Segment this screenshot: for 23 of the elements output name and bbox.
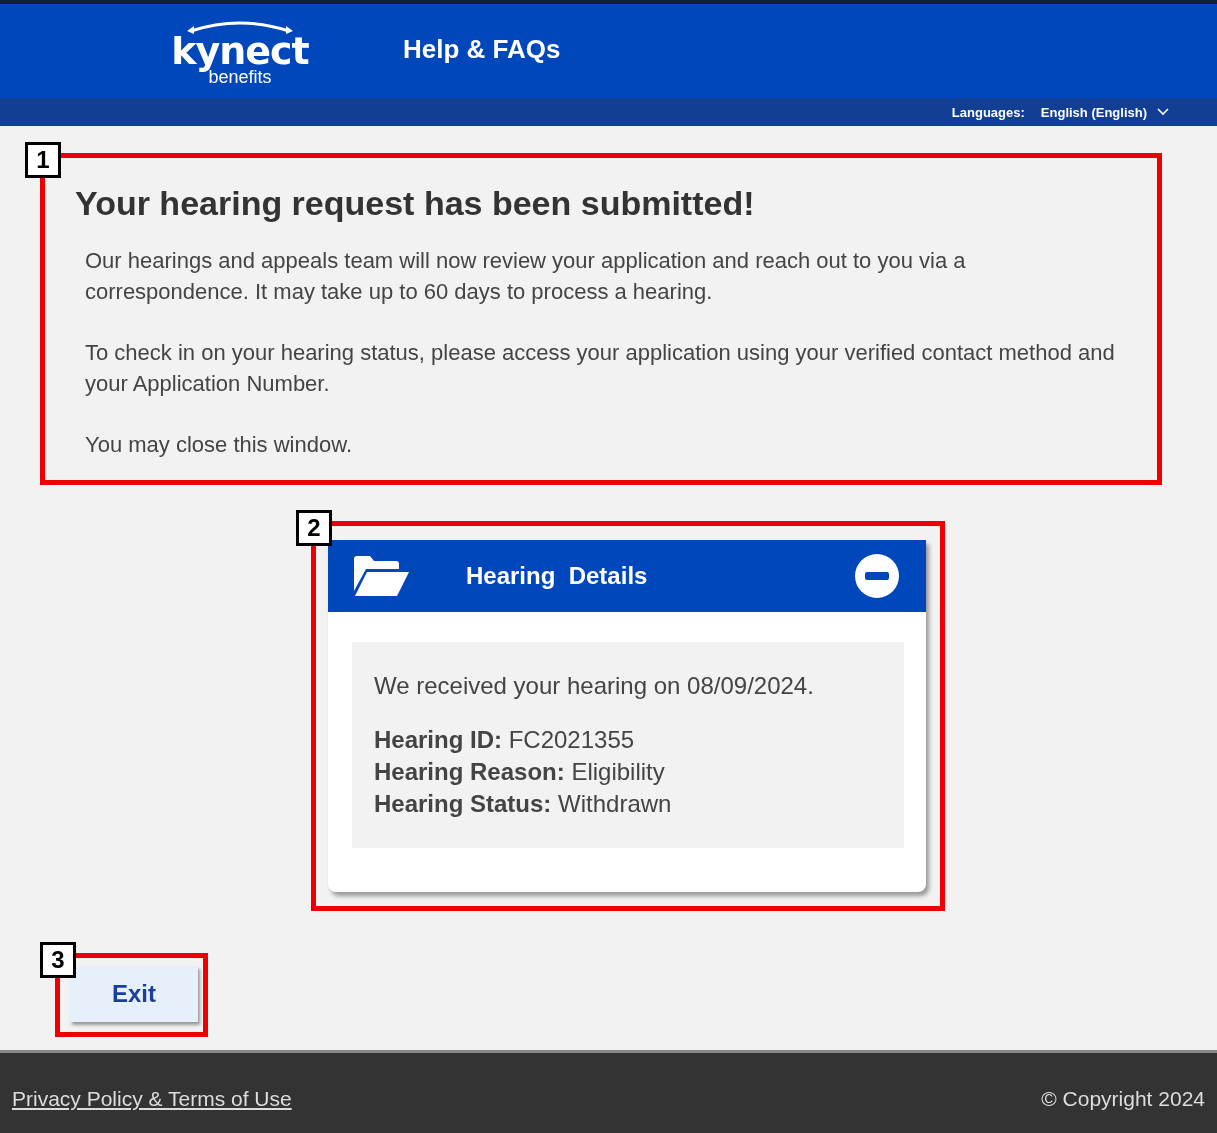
copyright-text: © Copyright 2024 [1041, 1087, 1205, 1111]
confirmation-paragraph: You may close this window. [85, 431, 353, 459]
privacy-link[interactable]: Privacy Policy & Terms of Use [12, 1087, 292, 1111]
logo-wordmark: kynect [171, 29, 309, 73]
confirmation-paragraph: Our hearings and appeals team will now review your application and reach out to you via a correspondence. It may take up to 60 days to process a hearing. [85, 247, 967, 306]
card-title: Hearing Details [466, 562, 649, 590]
language-dropdown[interactable]: English (English) [1040, 104, 1169, 120]
callout-number: 2 [296, 510, 332, 546]
detail-line: Hearing Status: Withdrawn [374, 789, 673, 819]
callout-number: 3 [40, 942, 76, 978]
exit-button[interactable]: Exit [70, 966, 198, 1022]
confirmation-paragraph: To check in on your hearing status, please access your application using your verified contact method and your Application Number. [85, 339, 1116, 398]
detail-line: Hearing Reason: Eligibility [374, 757, 666, 787]
callout-number: 1 [25, 142, 61, 178]
confirmation-heading: Your hearing request has been submitted! [75, 184, 756, 223]
languages-label: Languages: [951, 104, 1025, 120]
arc-icon [185, 19, 295, 35]
chevron-icon [1157, 108, 1169, 116]
help-link[interactable]: Help & FAQs [403, 33, 561, 65]
folder-icon [352, 555, 410, 597]
collapse-button[interactable] [854, 553, 900, 599]
received-text: We received your hearing on 08/09/2024. [374, 672, 815, 700]
detail-line: Hearing ID: FC2021355 [374, 725, 636, 755]
